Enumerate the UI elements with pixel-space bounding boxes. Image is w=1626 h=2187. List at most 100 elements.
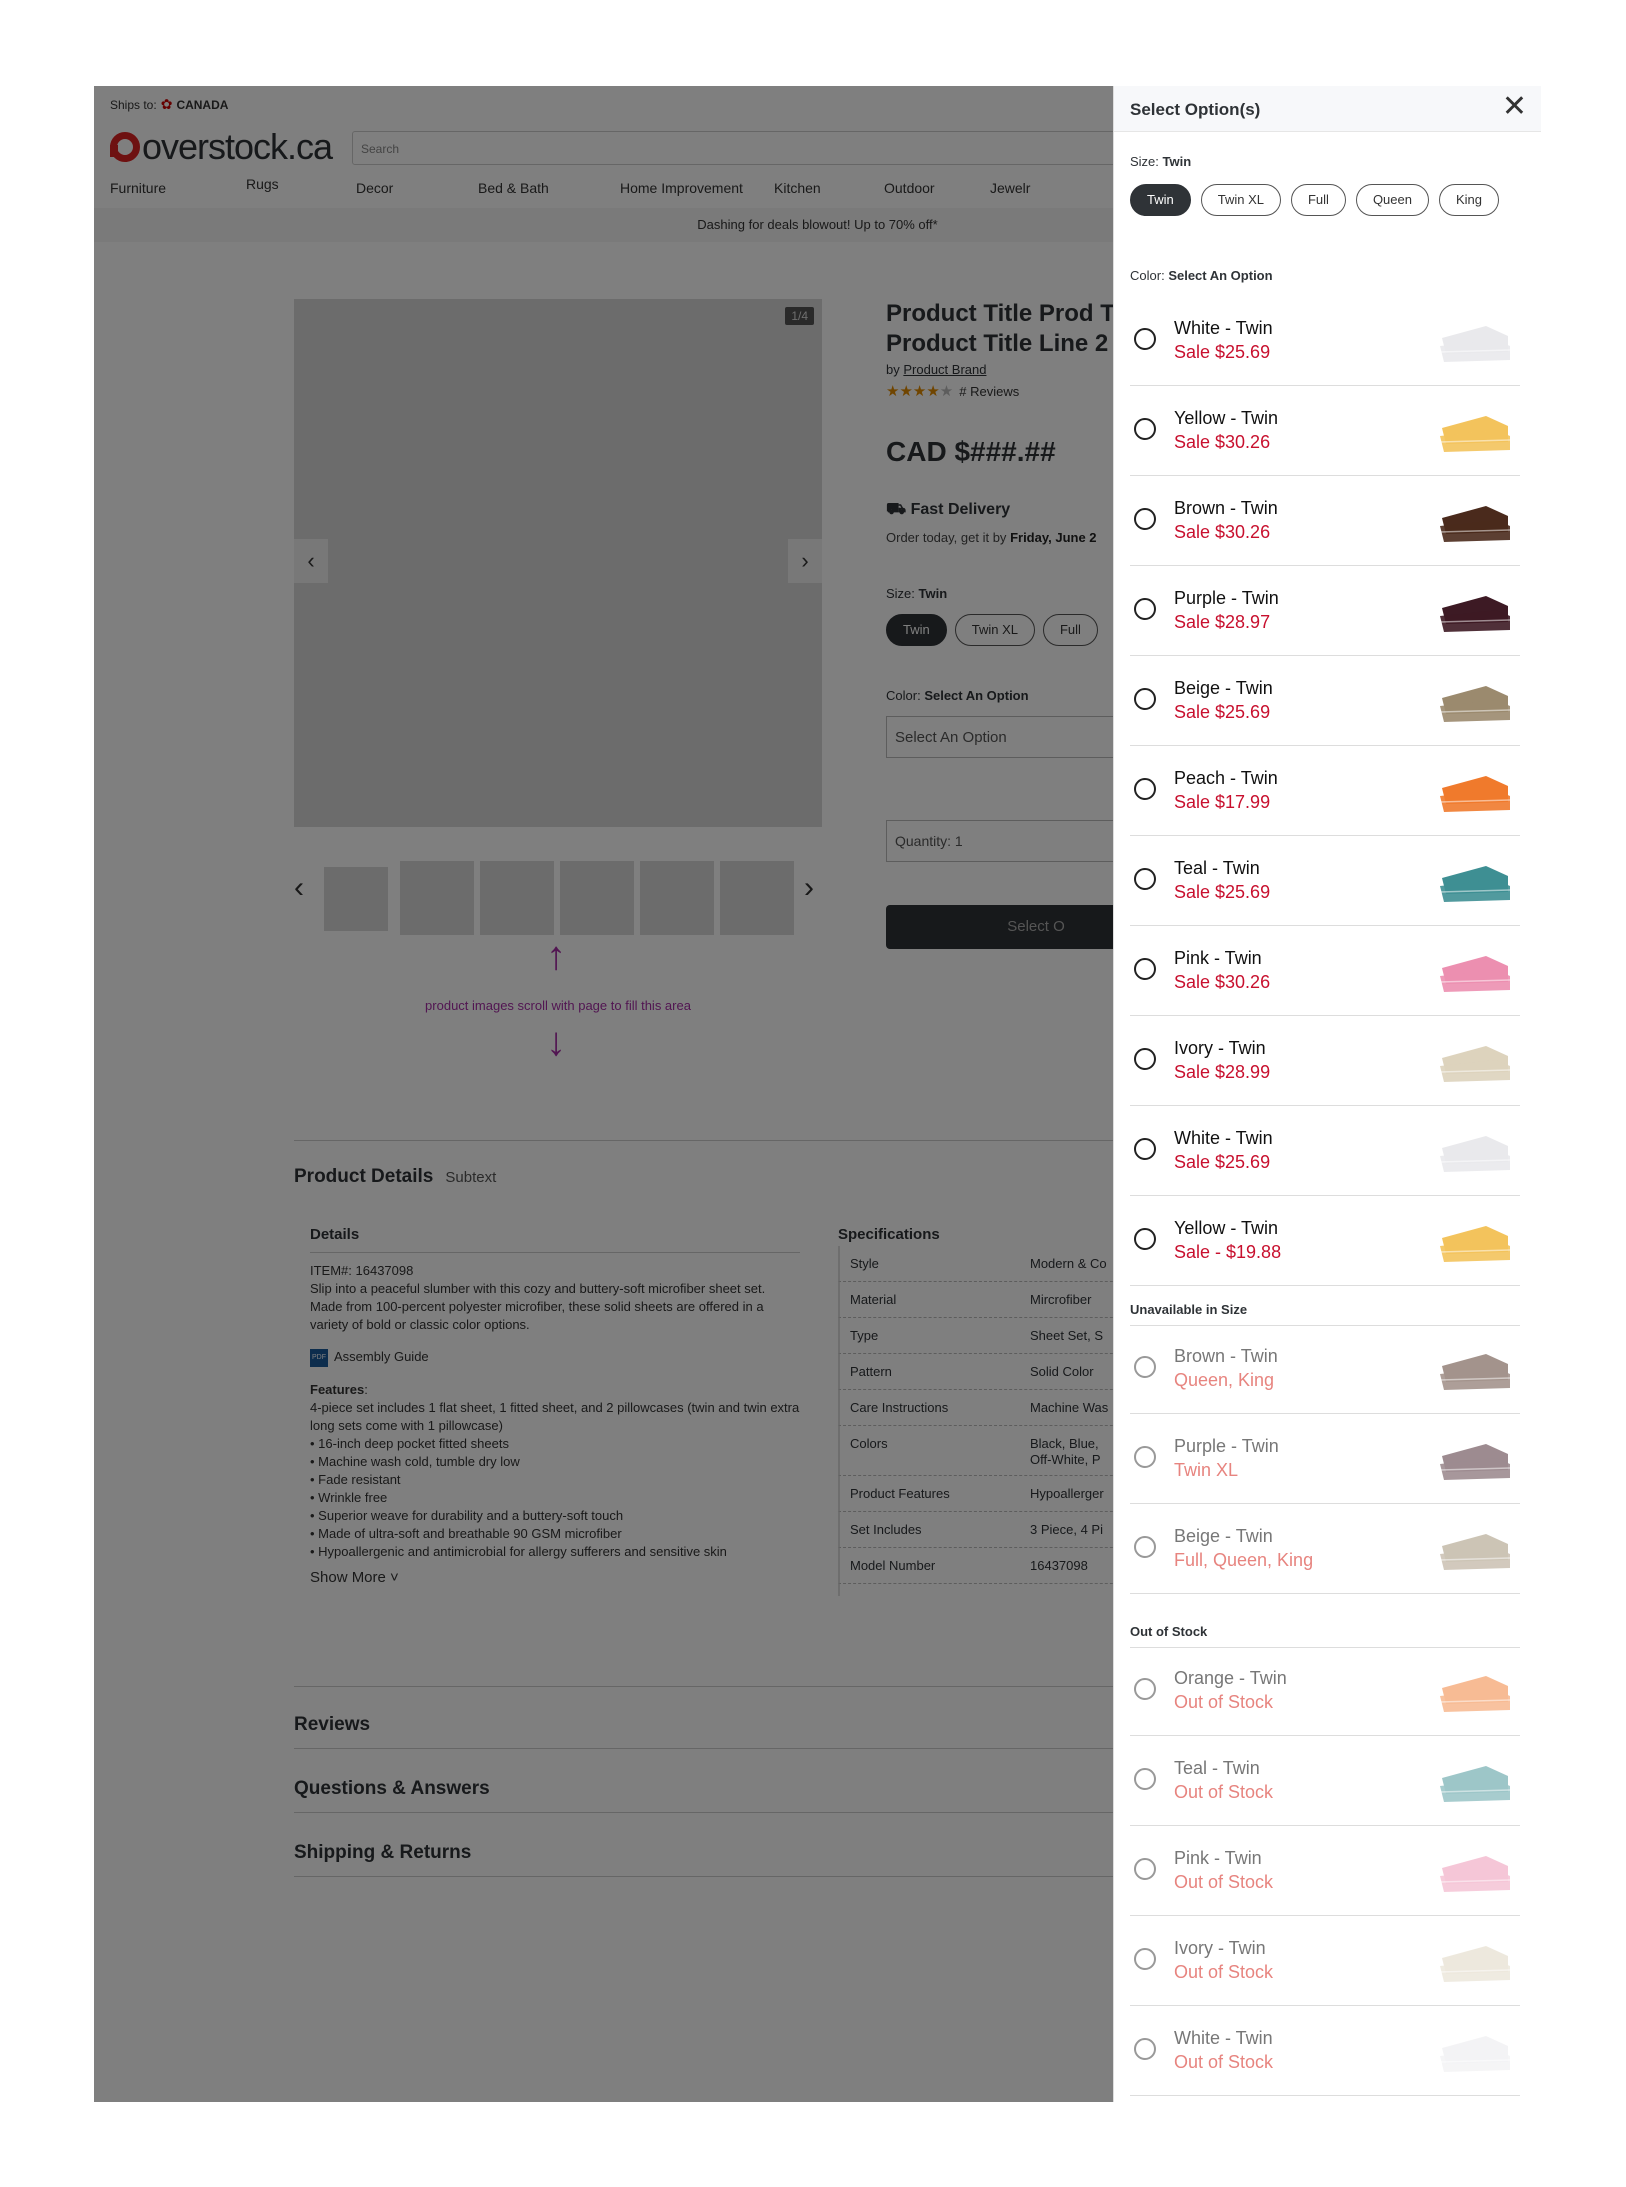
option-name: Ivory - Twin — [1174, 1038, 1266, 1058]
option-price: Sale - $19.88 — [1174, 1242, 1282, 1262]
size-chip[interactable]: Twin XL — [1200, 184, 1281, 216]
radio-button[interactable] — [1134, 418, 1156, 440]
option-price: Sale $30.26 — [1174, 432, 1271, 452]
option-name: Pink - Twin — [1174, 1848, 1262, 1868]
color-option[interactable]: Brown - Twin Sale $30.26 — [1130, 476, 1520, 566]
size-chip[interactable]: Twin — [1130, 184, 1191, 216]
option-name: Teal - Twin — [1174, 858, 1260, 878]
color-option[interactable]: Teal - Twin Sale $25.69 — [1130, 836, 1520, 926]
color-option[interactable]: White - Twin Sale $25.69 — [1130, 1106, 1520, 1196]
option-price: Out of Stock — [1174, 1782, 1274, 1802]
color-option[interactable]: Beige - Twin Sale $25.69 — [1130, 656, 1520, 746]
option-price: Twin XL — [1174, 1460, 1239, 1480]
option-price: Sale $25.69 — [1174, 342, 1271, 362]
color-option: Purple - Twin Twin XL — [1130, 1414, 1520, 1504]
color-option: Teal - Twin Out of Stock — [1130, 1736, 1520, 1826]
option-price: Full, Queen, King — [1174, 1550, 1314, 1570]
section-heading: Unavailable in Size — [1130, 1302, 1520, 1326]
option-price: Sale $25.69 — [1174, 702, 1271, 722]
radio-button[interactable] — [1134, 328, 1156, 350]
sheet-swatch — [1436, 766, 1514, 816]
sheet-swatch — [1436, 496, 1514, 546]
option-price: Sale $30.26 — [1174, 972, 1271, 992]
option-price: Sale $25.69 — [1174, 1152, 1271, 1172]
sheet-swatch — [1436, 316, 1514, 366]
radio-button[interactable] — [1134, 688, 1156, 710]
sheet-swatch — [1436, 1666, 1514, 1716]
size-chip[interactable]: King — [1438, 184, 1500, 216]
option-name: Pink - Twin — [1174, 948, 1262, 968]
radio-button — [1134, 2038, 1156, 2060]
sheet-swatch — [1436, 2026, 1514, 2076]
option-name: Yellow - Twin — [1174, 1218, 1279, 1238]
option-price: Out of Stock — [1174, 2052, 1274, 2072]
radio-button[interactable] — [1134, 958, 1156, 980]
radio-button — [1134, 1948, 1156, 1970]
option-price: Sale $28.99 — [1174, 1062, 1271, 1082]
sheet-swatch — [1436, 1216, 1514, 1266]
radio-button[interactable] — [1134, 1138, 1156, 1160]
sheet-swatch — [1436, 1524, 1514, 1574]
color-option: Pink - Twin Out of Stock — [1130, 1826, 1520, 1916]
panel-color-label: Color: Select An Option — [1130, 268, 1273, 283]
sheet-swatch — [1436, 676, 1514, 726]
sheet-swatch — [1436, 1434, 1514, 1484]
option-name: Brown - Twin — [1174, 498, 1278, 518]
size-chip[interactable]: Full — [1290, 184, 1346, 216]
panel-header: Select Option(s) ✕ — [1114, 86, 1541, 132]
radio-button — [1134, 1768, 1156, 1790]
option-name: Purple - Twin — [1174, 588, 1279, 608]
option-name: Orange - Twin — [1174, 1668, 1287, 1688]
option-name: White - Twin — [1174, 2028, 1273, 2048]
section-heading: Out of Stock — [1130, 1624, 1520, 1648]
option-price: Queen, King — [1174, 1370, 1275, 1390]
option-price: Sale $28.97 — [1174, 612, 1271, 632]
option-name: White - Twin — [1174, 1128, 1273, 1148]
color-option: White - Twin Out of Stock — [1130, 2006, 1520, 2096]
select-options-panel: Select Option(s) ✕ Size: Twin Twin Twin X… — [1113, 86, 1541, 2102]
color-option[interactable]: Purple - Twin Sale $28.97 — [1130, 566, 1520, 656]
color-option[interactable]: White - Twin Sale $25.69 — [1130, 296, 1520, 386]
radio-button[interactable] — [1134, 778, 1156, 800]
color-option[interactable]: Peach - Twin Sale $17.99 — [1130, 746, 1520, 836]
sheet-swatch — [1436, 856, 1514, 906]
color-option: Brown - Twin Queen, King — [1130, 1324, 1520, 1414]
option-price: Sale $17.99 — [1174, 792, 1271, 812]
sheet-swatch — [1436, 406, 1514, 456]
option-name: Purple - Twin — [1174, 1436, 1279, 1456]
option-name: Yellow - Twin — [1174, 408, 1279, 428]
option-name: Teal - Twin — [1174, 1758, 1260, 1778]
radio-button[interactable] — [1134, 1228, 1156, 1250]
option-price: Sale $30.26 — [1174, 522, 1271, 542]
option-price: Sale $25.69 — [1174, 882, 1271, 902]
option-price: Out of Stock — [1174, 1872, 1274, 1892]
radio-button[interactable] — [1134, 1048, 1156, 1070]
color-option[interactable]: Pink - Twin Sale $30.26 — [1130, 926, 1520, 1016]
panel-size-label: Size: Twin — [1130, 154, 1192, 169]
sheet-swatch — [1436, 1344, 1514, 1394]
sheet-swatch — [1436, 1846, 1514, 1896]
radio-button[interactable] — [1134, 598, 1156, 620]
close-icon[interactable]: ✕ — [1502, 92, 1527, 122]
option-price: Out of Stock — [1174, 1692, 1274, 1712]
radio-button[interactable] — [1134, 868, 1156, 890]
size-chip[interactable]: Queen — [1355, 184, 1429, 216]
option-name: White - Twin — [1174, 318, 1273, 338]
radio-button — [1134, 1446, 1156, 1468]
color-option[interactable]: Yellow - Twin Sale $30.26 — [1130, 386, 1520, 476]
color-option[interactable]: Yellow - Twin Sale - $19.88 — [1130, 1196, 1520, 1286]
option-name: Peach - Twin — [1174, 768, 1278, 788]
product-page: Ships to: ✿ CANADA overstock.ca Search F… — [94, 86, 1541, 2102]
panel-size-chips: Twin Twin XL Full Queen King — [1130, 184, 1500, 216]
color-option[interactable]: Ivory - Twin Sale $28.99 — [1130, 1016, 1520, 1106]
option-name: Ivory - Twin — [1174, 1938, 1266, 1958]
sheet-swatch — [1436, 1936, 1514, 1986]
sheet-swatch — [1436, 946, 1514, 996]
sheet-swatch — [1436, 1756, 1514, 1806]
color-option: Ivory - Twin Out of Stock — [1130, 1916, 1520, 2006]
color-option: Beige - Twin Full, Queen, King — [1130, 1504, 1520, 1594]
panel-title: Select Option(s) — [1130, 100, 1261, 119]
option-price: Out of Stock — [1174, 1962, 1274, 1982]
sheet-swatch — [1436, 1036, 1514, 1086]
radio-button[interactable] — [1134, 508, 1156, 530]
